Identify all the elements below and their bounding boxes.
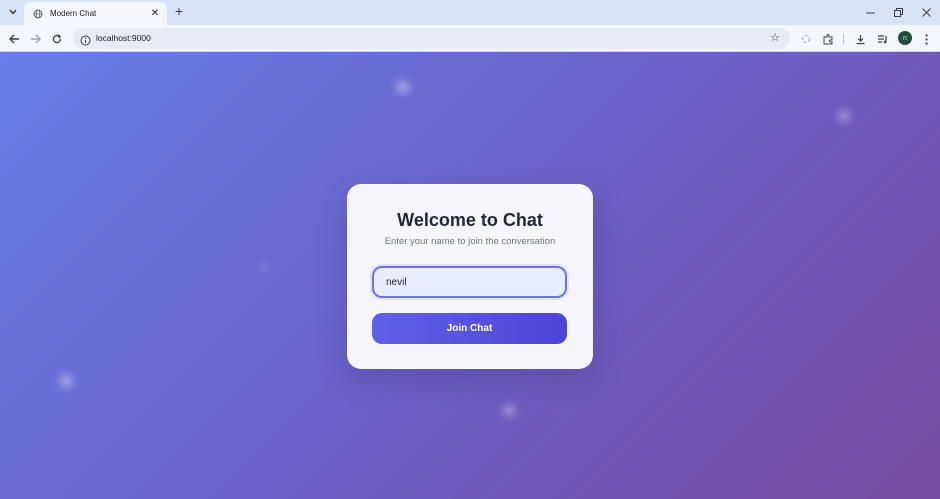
name-input[interactable] <box>372 266 567 298</box>
join-chat-button[interactable]: Join Chat <box>372 313 567 344</box>
download-icon[interactable] <box>852 31 868 47</box>
globe-icon <box>32 8 43 19</box>
floating-bubble <box>503 404 515 416</box>
browser-tab[interactable]: Modern Chat ✕ <box>24 2 167 25</box>
restore-icon[interactable] <box>884 0 912 25</box>
browser-toolbar: localhost:9000 ☆ n <box>0 25 940 52</box>
floating-bubble <box>838 110 850 122</box>
floating-bubble <box>59 374 73 388</box>
extension-loading-icon[interactable] <box>798 31 814 47</box>
profile-avatar[interactable]: n <box>898 31 912 45</box>
forward-arrow-icon[interactable] <box>27 31 43 47</box>
floating-bubble <box>396 80 410 94</box>
minimize-icon[interactable] <box>856 0 884 25</box>
window-controls <box>856 0 940 25</box>
join-chat-card: Welcome to Chat Enter your name to join … <box>347 184 593 369</box>
page-viewport: Welcome to Chat Enter your name to join … <box>0 52 940 499</box>
tab-title: Modern Chat <box>50 9 97 18</box>
floating-bubble <box>261 264 267 270</box>
new-tab-button[interactable]: + <box>172 4 186 19</box>
page-subtitle: Enter your name to join the conversation <box>384 236 556 247</box>
site-info-icon[interactable] <box>80 33 91 46</box>
back-arrow-icon[interactable] <box>6 31 22 47</box>
extensions-puzzle-icon[interactable] <box>820 31 836 47</box>
close-window-icon[interactable] <box>912 0 940 25</box>
toolbar-divider <box>843 34 844 44</box>
close-tab-icon[interactable]: ✕ <box>149 8 161 20</box>
bookmark-star-icon[interactable]: ☆ <box>770 31 780 44</box>
media-queue-icon[interactable] <box>874 31 890 47</box>
address-bar[interactable]: localhost:9000 ☆ <box>73 28 790 49</box>
reload-icon[interactable] <box>49 31 65 47</box>
url-text: localhost:9000 <box>96 33 151 43</box>
tab-strip: Modern Chat ✕ + <box>0 0 940 25</box>
tab-search-chevron-icon[interactable] <box>5 4 21 20</box>
more-menu-icon[interactable] <box>918 31 934 47</box>
page-title: Welcome to Chat <box>397 210 543 230</box>
